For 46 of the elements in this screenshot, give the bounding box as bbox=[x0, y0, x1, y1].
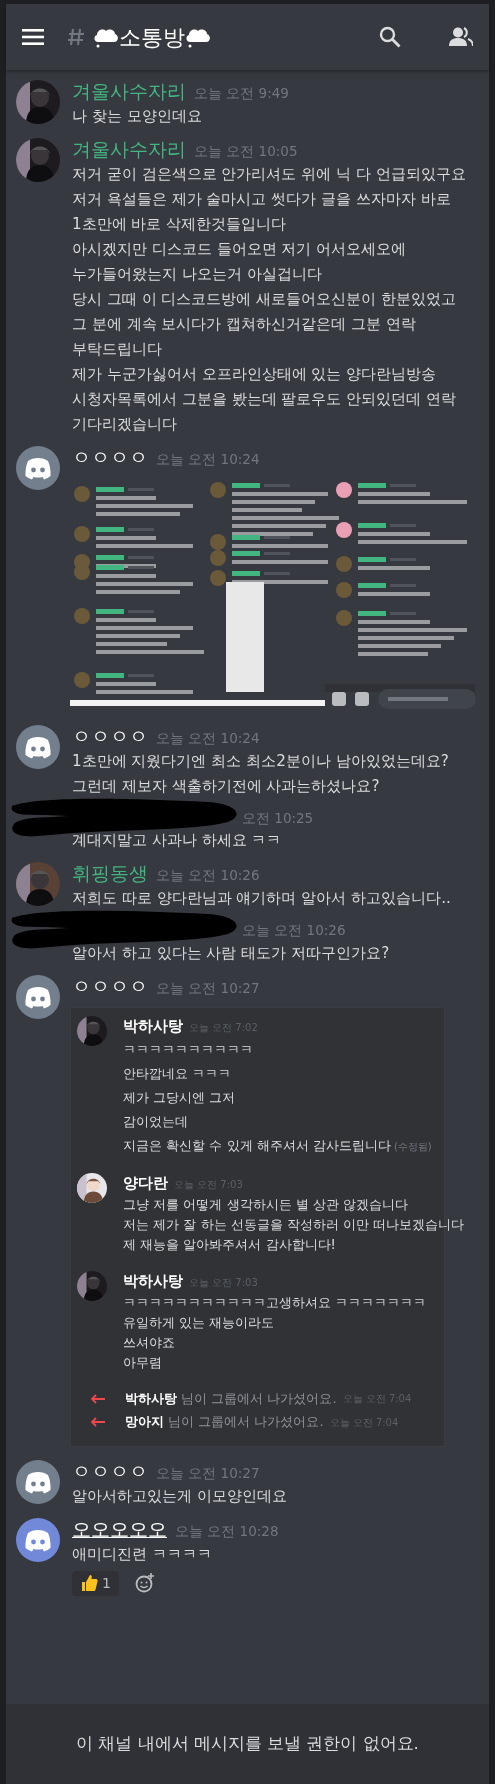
message-text: 저거 굳이 검은색으로 안가리셔도 위에 닉 다 언급되있구요 저거 욕설들은 제가 술마시고 썻다가 글을 쓰자마자 바로 1초만에 바로 삭제한것들입니다 아시겠지만 디스코드 들어오면 저기 어서오세오에 누가들어왔는지 나오는거 아실겁니다 당시 그때 이 디스코드방에 새로들어오신분이 한분있었고 그 분에 계속 보시다가 캡쳐하신거같은데 그분 연락 부탁드립니다 제가 누군가싫어서 오프라인상태에 있는 양다란님방송 시청자목록에서 그분을 봤는데 팔로우도 안되있던데 연락 기다리겠습니다 bbox=[72, 164, 466, 435]
channel-title: 소통방 bbox=[119, 23, 185, 52]
username[interactable]: ㅇㅇㅇㅇ bbox=[72, 725, 148, 749]
username[interactable]: ㅇㅇㅇㅇ bbox=[72, 1459, 148, 1484]
members-icon[interactable] bbox=[449, 27, 473, 47]
message-text: 애미디진련 ㅋㅋㅋㅋ bbox=[72, 1543, 213, 1565]
username[interactable]: ㅇㅇㅇㅇ bbox=[72, 974, 148, 999]
message-text: 계대지말고 사과나 하세요 ㅋㅋ bbox=[72, 830, 283, 852]
timestamp: 오늘 오전 10:24 bbox=[156, 729, 260, 748]
timestamp: 오늘 오전 9:49 bbox=[194, 84, 289, 103]
timestamp: 오늘 오전 10:05 bbox=[194, 142, 298, 161]
message-text: 그냥 저를 어떻게 생각하시든 별 상관 않겠습니다 저는 제가 잘 하는 선동글을 작성하러 이만 떠나보겠습니다 제 재능을 알아봐주셔서 감사합니다! bbox=[123, 1196, 465, 1254]
add-reaction-icon[interactable] bbox=[134, 1573, 155, 1594]
timestamp: 오늘 오전 10:26 bbox=[156, 866, 260, 886]
username[interactable]: 겨울사수자리 bbox=[72, 138, 186, 162]
username[interactable]: 겨울사수자리 bbox=[72, 80, 186, 104]
message-text: 알아서하고있는게 이모양인데요 bbox=[72, 1485, 287, 1507]
username: 박하사탕 bbox=[123, 1272, 183, 1291]
username[interactable]: 오오오오오 bbox=[72, 1517, 167, 1542]
edited-label: (수정됨) bbox=[393, 1141, 432, 1153]
username: 양다란 bbox=[123, 1174, 168, 1194]
message-text: 저희도 따로 양다란님과 얘기하며 알아서 하고있습니다.. bbox=[72, 888, 451, 910]
timestamp: 오전 10:25 bbox=[242, 809, 314, 828]
system-message: 박하사탕 님이 그룹에서 나가셨어요. bbox=[125, 1389, 337, 1408]
message-text: 1초만에 지웠다기엔 최소 최소2분이나 남아있었는데요? 그런데 제보자 색출하기전에 사과는하셨나요? bbox=[72, 751, 449, 797]
reaction-button[interactable]: 1 bbox=[72, 1570, 119, 1596]
hash-icon bbox=[68, 28, 85, 46]
search-icon[interactable] bbox=[379, 26, 401, 48]
timestamp: 오늘 오전 10:26 bbox=[242, 921, 346, 941]
thumbs-up-icon bbox=[80, 1574, 98, 1593]
timestamp: 오늘 오전 10:27 bbox=[156, 978, 260, 998]
message-text: ㅋㅋㅋㅋㅋㅋㅋㅋㅋㅋ 안타깝네요 ㅋㅋㅋ 제가 그당시엔 그저 감이었는데 지금은 확신할 수 있게 해주셔서 감사드립니다 bbox=[123, 1042, 391, 1154]
arrow-icon bbox=[91, 1393, 105, 1404]
message-text: 나 찾는 모양인데요 bbox=[72, 106, 203, 127]
permission-notice: 이 채널 내에서 메시지를 보낼 권한이 없어요. bbox=[76, 1732, 419, 1755]
timestamp: 오늘 오전 10:27 bbox=[156, 1463, 260, 1483]
system-message: 망아지 님이 그룹에서 나가셨어요. bbox=[125, 1413, 324, 1432]
message-text: 알아서 하고 있다는 사람 태도가 저따구인가요? bbox=[72, 942, 390, 964]
message-text: ㅋㅋㅋㅋㅋㅋㅋㅋㅋㅋㅋ고생하셔요 ㅋㅋㅋㅋㅋㅋㅋ 유일하게 있는 재능이라도 쓰셔야죠 아무렴 bbox=[123, 1293, 427, 1372]
username: 박하사탕 bbox=[123, 1016, 183, 1036]
arrow-icon bbox=[91, 1417, 105, 1427]
timestamp: 오늘 오전 10:28 bbox=[175, 1521, 279, 1541]
menu-icon[interactable] bbox=[22, 29, 44, 45]
username[interactable]: ㅇㅇㅇㅇ bbox=[72, 446, 148, 470]
username[interactable]: 휘핑동생 bbox=[72, 862, 148, 887]
timestamp: 오늘 오전 10:24 bbox=[156, 450, 260, 469]
